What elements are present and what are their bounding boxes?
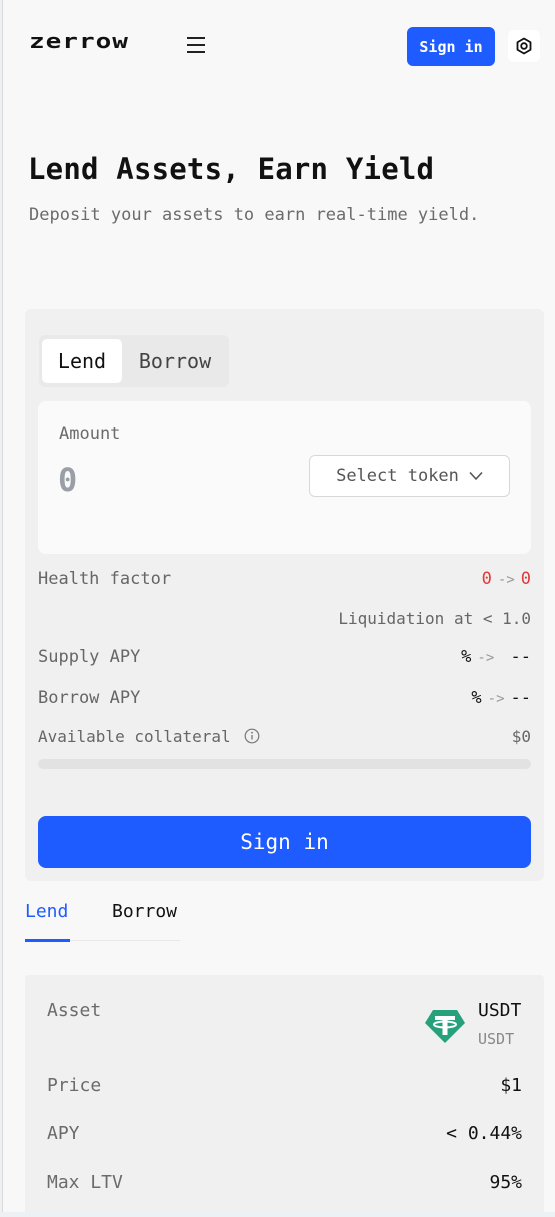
health-factor-label: Health factor bbox=[38, 569, 172, 589]
settings-icon bbox=[516, 37, 532, 55]
form-tabs: Lend Borrow bbox=[39, 335, 229, 387]
borrow-apy-row: Borrow APY % -> -- bbox=[38, 688, 531, 708]
chevron-down-icon bbox=[469, 471, 483, 481]
usdt-icon bbox=[425, 1010, 465, 1043]
tab-lend[interactable]: Lend bbox=[42, 339, 122, 383]
info-icon[interactable] bbox=[244, 728, 260, 744]
tab-borrow[interactable]: Borrow bbox=[125, 339, 225, 383]
health-factor-row: Health factor 0 -> 0 bbox=[38, 569, 531, 589]
asset-card[interactable]: Asset USDT USDT Price $1 APY < 0.44% Max… bbox=[25, 975, 544, 1212]
amount-box: Amount 0 Select token bbox=[38, 401, 531, 554]
asset-label: Asset bbox=[47, 1000, 102, 1021]
borrow-apy-from: % bbox=[471, 688, 482, 708]
collateral-progress-bar bbox=[38, 759, 531, 769]
token-select-label: Select token bbox=[336, 466, 459, 486]
header-signin-button[interactable]: Sign in bbox=[407, 27, 495, 66]
health-factor-from: 0 bbox=[481, 569, 492, 589]
collateral-row: Available collateral $0 bbox=[38, 727, 531, 746]
supply-apy-label: Supply APY bbox=[38, 647, 141, 667]
borrow-apy-label: Borrow APY bbox=[38, 688, 141, 708]
market-tab-active-indicator bbox=[25, 939, 70, 942]
collateral-value: $0 bbox=[511, 727, 531, 746]
ltv-row: Max LTV 95% bbox=[47, 1172, 522, 1193]
market-tabs: Lend Borrow bbox=[25, 895, 185, 943]
page: zerrow Sign in Lend Assets, Earn Yield D… bbox=[2, 0, 555, 1212]
asset-symbol: USDT bbox=[478, 1000, 522, 1021]
health-factor-to: 0 bbox=[520, 569, 531, 589]
price-value: $1 bbox=[500, 1075, 522, 1096]
supply-apy-from: % bbox=[461, 647, 472, 667]
market-tab-lend[interactable]: Lend bbox=[25, 901, 68, 922]
apy-row: APY < 0.44% bbox=[47, 1123, 522, 1144]
header: zerrow Sign in bbox=[3, 0, 555, 92]
liquidation-text: Liquidation at < 1.0 bbox=[338, 609, 531, 628]
settings-button[interactable] bbox=[508, 30, 540, 62]
ltv-value: 95% bbox=[489, 1172, 522, 1193]
page-title: Lend Assets, Earn Yield bbox=[28, 152, 435, 186]
supply-apy-to: -- bbox=[510, 647, 531, 667]
page-subtitle: Deposit your assets to earn real-time yi… bbox=[29, 205, 480, 225]
logo[interactable]: zerrow bbox=[29, 30, 129, 53]
amount-label: Amount bbox=[59, 424, 121, 444]
price-row: Price $1 bbox=[47, 1075, 522, 1096]
apy-value: < 0.44% bbox=[446, 1123, 522, 1144]
supply-apy-row: Supply APY % -> -- bbox=[38, 647, 531, 667]
ltv-label: Max LTV bbox=[47, 1172, 123, 1193]
collateral-label: Available collateral bbox=[38, 727, 231, 746]
amount-input[interactable]: 0 bbox=[58, 461, 77, 499]
form-signin-button[interactable]: Sign in bbox=[38, 816, 531, 868]
market-tab-borrow[interactable]: Borrow bbox=[112, 901, 177, 922]
apy-label: APY bbox=[47, 1123, 80, 1144]
menu-icon[interactable] bbox=[187, 37, 205, 53]
lend-form-card: Lend Borrow Amount 0 Select token Health… bbox=[25, 309, 544, 881]
price-label: Price bbox=[47, 1075, 102, 1096]
token-select[interactable]: Select token bbox=[309, 455, 510, 497]
asset-subtitle: USDT bbox=[478, 1030, 515, 1048]
borrow-apy-to: -- bbox=[510, 688, 531, 708]
